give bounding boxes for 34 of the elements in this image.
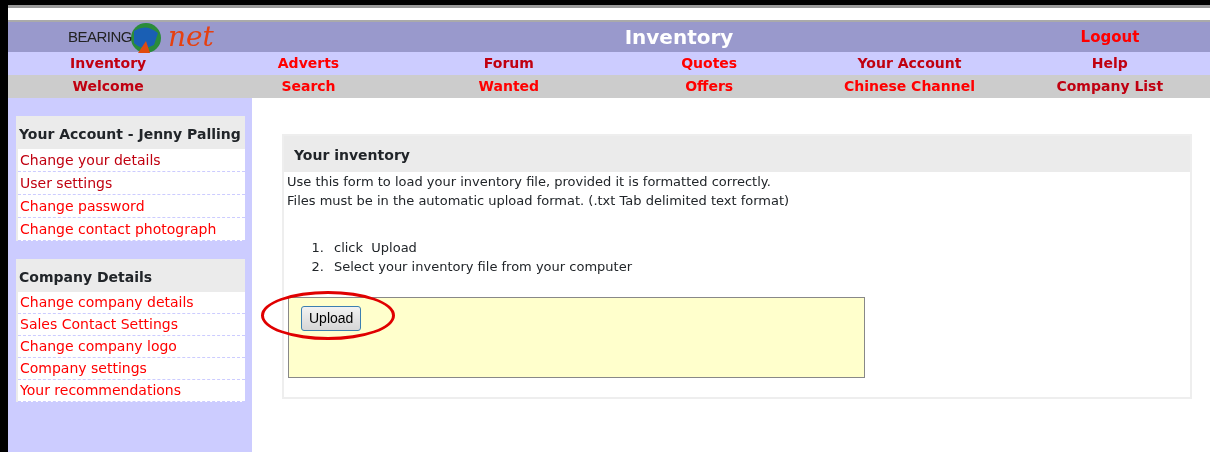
sidebar-link[interactable]: Change contact photograph — [18, 218, 245, 241]
section-title: Company Details — [18, 268, 154, 287]
sidebar-link[interactable]: Company settings — [18, 358, 245, 380]
nav-link[interactable]: Search — [208, 75, 409, 98]
sidebar-link[interactable]: Change company details — [18, 292, 245, 314]
globe-icon — [130, 21, 162, 53]
sidebar-link[interactable]: User settings — [18, 172, 245, 195]
sidebar-link[interactable]: Change your details — [18, 149, 245, 172]
step-number: 2. — [310, 258, 324, 276]
sidebar-link[interactable]: Your recommendations — [18, 380, 245, 402]
nav-link[interactable]: Help — [1009, 52, 1210, 75]
page-title: Inventory — [623, 24, 735, 51]
nav-link[interactable]: Forum — [408, 52, 609, 75]
panel-title: Your inventory — [284, 136, 1190, 172]
step-text: Select your inventory file from your computer — [334, 258, 632, 276]
nav-link[interactable]: Company List — [1009, 75, 1210, 98]
intro-text: Files must be in the automatic upload format. (.txt Tab delimited text format) — [286, 192, 791, 210]
nav-link[interactable]: Chinese Channel — [809, 75, 1010, 98]
section-title: Your Account - Jenny Palling — [18, 125, 242, 144]
nav-link[interactable]: Your Account — [809, 52, 1010, 75]
sidebar-link[interactable]: Change password — [18, 195, 245, 218]
logo: BEARING net — [68, 21, 215, 53]
nav-link[interactable]: Welcome — [8, 75, 209, 98]
step-number: 1. — [310, 239, 324, 257]
sidebar-link[interactable]: Sales Contact Settings — [18, 314, 245, 336]
step-text: click Upload — [334, 239, 417, 257]
intro-text: Use this form to load your inventory file, provided it is formatted correctly. — [286, 173, 772, 191]
nav-link[interactable]: Quotes — [609, 52, 810, 75]
upload-button[interactable]: Upload — [301, 306, 362, 331]
sidebar-link[interactable]: Change company logo — [18, 336, 245, 358]
nav-link[interactable]: Offers — [609, 75, 810, 98]
nav-link[interactable]: Inventory — [8, 52, 209, 75]
nav-link[interactable]: Wanted — [408, 75, 609, 98]
nav-link[interactable]: Adverts — [208, 52, 409, 75]
